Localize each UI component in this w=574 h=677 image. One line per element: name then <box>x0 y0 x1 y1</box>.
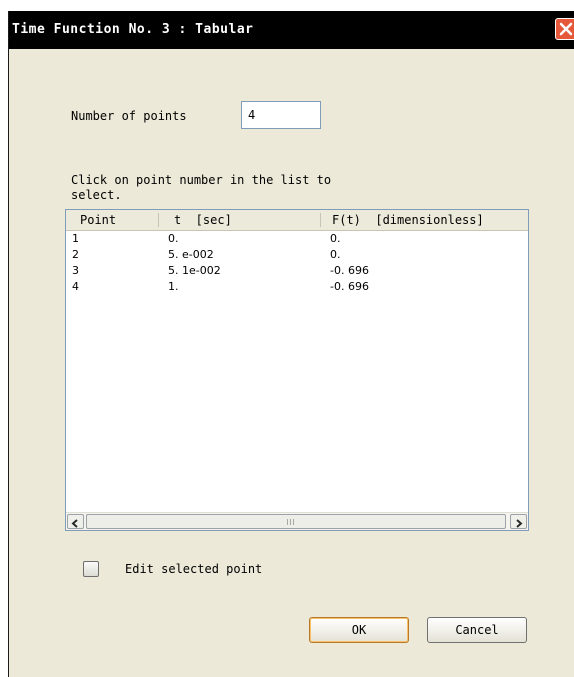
cell-point: 4 <box>72 280 79 293</box>
scroll-left-button[interactable] <box>67 514 84 529</box>
scroll-left-arrow-icon <box>71 519 78 528</box>
cell-t: 1. <box>168 280 179 293</box>
list-row[interactable]: 2 5. e-002 0. <box>66 247 528 263</box>
close-button[interactable] <box>555 18 574 40</box>
title-bar[interactable]: Time Function No. 3 : Tabular <box>9 11 574 49</box>
column-separator <box>158 213 159 227</box>
edit-selected-label[interactable]: Edit selected point <box>125 562 262 576</box>
dialog-window: Time Function No. 3 : Tabular Number of … <box>8 11 574 677</box>
dialog-content: Number of points 4 Click on point number… <box>9 49 574 677</box>
instructions-text: Click on point number in the list to sel… <box>71 173 332 202</box>
num-points-label: Number of points <box>71 109 187 123</box>
column-header-ft[interactable]: F(t) [dimensionless] <box>332 213 484 227</box>
close-icon <box>559 22 573 36</box>
edit-selected-checkbox[interactable] <box>83 561 99 577</box>
scroll-thumb[interactable] <box>86 514 506 529</box>
num-points-input[interactable]: 4 <box>241 101 321 129</box>
cell-ft: -0. 696 <box>330 280 369 293</box>
column-header-t[interactable]: t [sec] <box>174 213 232 227</box>
horizontal-scrollbar[interactable] <box>66 512 528 530</box>
cell-point: 2 <box>72 248 79 261</box>
column-header-point[interactable]: Point <box>80 213 116 227</box>
scroll-grip <box>287 519 296 525</box>
list-row[interactable]: 4 1. -0. 696 <box>66 279 528 295</box>
list-row[interactable]: 3 5. 1e-002 -0. 696 <box>66 263 528 279</box>
cancel-button[interactable]: Cancel <box>427 617 527 643</box>
cell-t: 0. <box>168 232 179 245</box>
ok-button[interactable]: OK <box>309 617 409 643</box>
list-row[interactable]: 1 0. 0. <box>66 231 528 247</box>
cell-point: 3 <box>72 264 79 277</box>
window-title: Time Function No. 3 : Tabular <box>12 22 254 37</box>
list-header: Point t [sec] F(t) [dimensionless] <box>66 210 528 231</box>
cell-ft: 0. <box>330 232 341 245</box>
cell-t: 5. e-002 <box>168 248 214 261</box>
points-list[interactable]: Point t [sec] F(t) [dimensionless] 1 0. … <box>65 209 529 531</box>
column-separator <box>320 213 321 227</box>
scroll-right-arrow-icon <box>516 519 523 528</box>
cell-ft: 0. <box>330 248 341 261</box>
cell-t: 5. 1e-002 <box>168 264 221 277</box>
cell-ft: -0. 696 <box>330 264 369 277</box>
scroll-right-button[interactable] <box>510 514 527 529</box>
cell-point: 1 <box>72 232 79 245</box>
